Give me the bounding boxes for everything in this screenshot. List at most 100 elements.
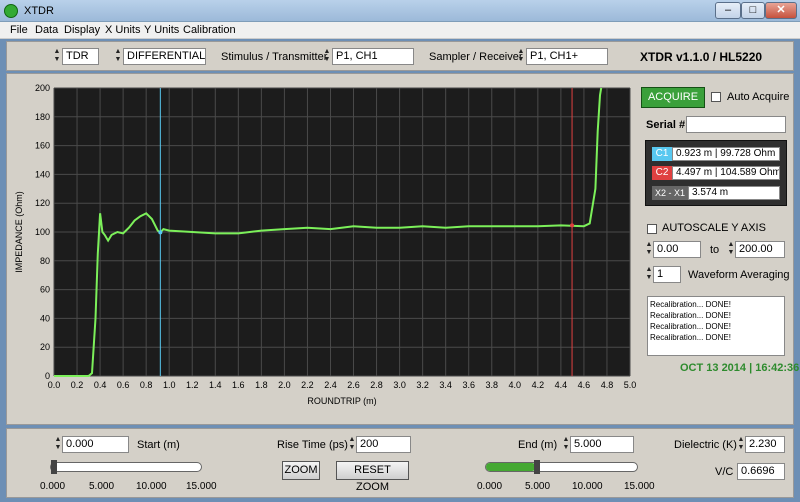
x-tick-label: 0.8 — [140, 380, 153, 390]
x-tick-label: 3.4 — [439, 380, 452, 390]
x-tick-label: 2.2 — [301, 380, 314, 390]
x-tick-label: 0.2 — [71, 380, 84, 390]
x-tick-label: 4.4 — [555, 380, 568, 390]
averaging-field[interactable]: 1 — [653, 266, 681, 283]
auto-acquire-label: Auto Acquire — [727, 91, 790, 103]
end-tick: 15.000 — [624, 481, 655, 492]
end-tick: 5.000 — [525, 481, 551, 492]
end-slider-thumb[interactable] — [534, 460, 541, 474]
start-tick: 15.000 — [186, 481, 217, 492]
rise-time-label: Rise Time (ps) — [277, 439, 348, 451]
ymax-spinner-icon[interactable]: ▲ ▼ — [727, 241, 735, 258]
x-tick-label: 1.2 — [186, 380, 199, 390]
x-tick-label: 0.0 — [48, 380, 61, 390]
vc-field: 0.6696 — [737, 463, 785, 480]
x-tick-label: 3.0 — [393, 380, 406, 390]
cursor2-value: 4.497 m | 104.589 Ohm — [672, 166, 780, 180]
cursor1-tag: C1 — [652, 147, 672, 161]
averaging-label: Waveform Averaging — [688, 269, 790, 281]
x-tick-label: 1.4 — [209, 380, 222, 390]
avg-spinner-icon[interactable]: ▲ ▼ — [645, 266, 653, 283]
x-tick-label: 3.8 — [486, 380, 499, 390]
x-tick-label: 0.6 — [117, 380, 130, 390]
x-tick-label: 2.4 — [324, 380, 337, 390]
start-spinner-icon[interactable]: ▲ ▼ — [54, 436, 62, 453]
start-field[interactable]: 0.000 — [62, 436, 129, 453]
end-spinner-icon[interactable]: ▲ ▼ — [562, 436, 570, 453]
start-tick: 5.000 — [89, 481, 115, 492]
end-tick: 0.000 — [477, 481, 503, 492]
y-tick-label: 200 — [35, 83, 50, 93]
start-tick: 0.000 — [40, 481, 66, 492]
x-tick-label: 4.6 — [578, 380, 591, 390]
y-tick-label: 120 — [35, 198, 50, 208]
dielectric-label: Dielectric (K) — [674, 439, 737, 451]
ymin-field[interactable]: 0.00 — [653, 241, 701, 258]
acquire-button[interactable]: ACQUIRE — [641, 87, 705, 108]
serial-label: Serial # — [646, 119, 686, 131]
x-tick-label: 5.0 — [624, 380, 637, 390]
reset-zoom-button[interactable]: RESET ZOOM — [336, 461, 409, 493]
y-axis-label: IMPEDANCE (Ohm) — [14, 191, 24, 273]
delta-tag: X2 - X1 — [652, 186, 688, 200]
y-tick-label: 80 — [40, 256, 50, 266]
x-tick-label: 1.0 — [163, 380, 176, 390]
x-tick-label: 2.6 — [347, 380, 360, 390]
y-tick-label: 20 — [40, 342, 50, 352]
end-field[interactable]: 5.000 — [570, 436, 634, 453]
dielectric-field[interactable]: 2.230 — [745, 436, 785, 453]
end-label: End (m) — [518, 439, 558, 451]
zoom-button[interactable]: ZOOM — [282, 461, 320, 480]
serial-field[interactable] — [686, 116, 786, 133]
ymin-spinner-icon[interactable]: ▲ ▼ — [645, 241, 653, 258]
log-line: Recalibration... DONE! — [650, 300, 731, 309]
dielectric-spinner-icon[interactable]: ▲ ▼ — [737, 436, 745, 453]
tdr-plot[interactable]: 0.0 0.2 0.4 0.6 0.8 1.0 1.2 1.4 1.6 1.8 2.0 2.2 2.4 2… — [0, 0, 640, 420]
x-tick-label: 2.8 — [370, 380, 383, 390]
x-tick-label: 4.2 — [532, 380, 545, 390]
x-tick-label: 0.4 — [94, 380, 107, 390]
delta-value: 3.574 m — [688, 186, 780, 200]
x-tick-label: 2.0 — [278, 380, 291, 390]
log-line: Recalibration... DONE! — [650, 322, 731, 331]
x-tick-label: 4.8 — [601, 380, 614, 390]
app-version: XTDR v1.1.0 / HL5220 — [640, 50, 763, 64]
log-line: Recalibration... DONE! — [650, 311, 731, 320]
autoscale-checkbox[interactable] — [647, 224, 657, 234]
start-slider[interactable] — [50, 462, 202, 472]
x-axis-label: ROUNDTRIP (m) — [307, 396, 376, 406]
timestamp: OCT 13 2014 | 16:42:36 — [680, 362, 800, 374]
end-tick: 10.000 — [572, 481, 603, 492]
start-label: Start (m) — [137, 439, 180, 451]
y-tick-label: 0 — [45, 371, 50, 381]
minimize-button[interactable]: – — [715, 2, 741, 19]
y-tick-label: 140 — [35, 169, 50, 179]
maximize-button[interactable]: □ — [741, 2, 765, 19]
x-tick-label: 4.0 — [509, 380, 522, 390]
cursor-readout: C1 0.923 m | 99.728 Ohm C2 4.497 m | 104… — [645, 140, 787, 206]
y-tick-label: 60 — [40, 285, 50, 295]
y-tick-label: 100 — [35, 227, 50, 237]
start-tick: 10.000 — [136, 481, 167, 492]
auto-acquire-checkbox[interactable] — [711, 92, 721, 102]
cursor-1-marker — [158, 230, 163, 235]
y-tick-label: 40 — [40, 313, 50, 323]
y-tick-label: 180 — [35, 112, 50, 122]
y-tick-label: 160 — [35, 141, 50, 151]
end-slider[interactable] — [485, 462, 638, 472]
to-label: to — [710, 244, 720, 256]
start-slider-thumb[interactable] — [51, 460, 57, 474]
x-tick-label: 1.8 — [255, 380, 268, 390]
close-button[interactable]: ✕ — [765, 2, 797, 19]
rise-spinner-icon[interactable]: ▲ ▼ — [348, 436, 356, 453]
x-tick-label: 1.6 — [232, 380, 245, 390]
cursor-2-marker — [570, 223, 575, 228]
cursor2-tag: C2 — [652, 166, 672, 180]
autoscale-label: AUTOSCALE Y AXIS — [662, 222, 766, 234]
end-slider-fill — [486, 463, 537, 471]
cursor1-value: 0.923 m | 99.728 Ohm — [672, 147, 780, 161]
rise-time-field[interactable]: 200 — [356, 436, 411, 453]
log-line: Recalibration... DONE! — [650, 333, 731, 342]
ymax-field[interactable]: 200.00 — [735, 241, 785, 258]
x-tick-label: 3.6 — [462, 380, 475, 390]
